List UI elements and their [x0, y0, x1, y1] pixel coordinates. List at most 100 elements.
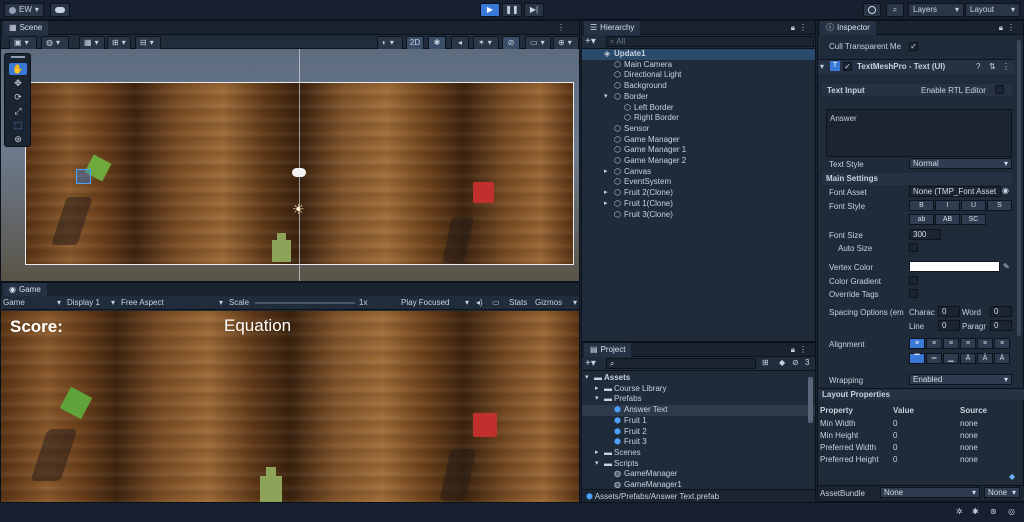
light-gizmo-icon[interactable]: ☀ — [292, 202, 305, 216]
scale-tool-icon[interactable]: ⤢ — [9, 105, 27, 117]
chevron-right-icon[interactable]: ▸ — [604, 188, 608, 196]
align-baseline-icon[interactable]: Ā — [960, 353, 976, 364]
chevron-right-icon[interactable]: ▸ — [595, 384, 599, 392]
align-flush-icon[interactable]: ≡ — [977, 338, 993, 349]
hand-tool-icon[interactable]: ✋ — [9, 63, 27, 75]
layers-dropdown[interactable]: Layers ▾ — [908, 3, 964, 17]
project-item[interactable]: ◍ GameManager — [582, 469, 815, 480]
component-enabled-checkbox[interactable]: ✓ — [843, 62, 852, 71]
draw-mode-dropdown[interactable]: ▣ ▾ — [9, 36, 37, 50]
layout-dropdown[interactable]: Layout ▾ — [965, 3, 1020, 17]
play-focused-dropdown[interactable]: Play Focused ▾ — [401, 298, 469, 308]
tab-game[interactable]: ◉ Game — [3, 283, 47, 297]
project-item[interactable]: ▾ ▬ Scripts — [582, 459, 815, 470]
scale-slider[interactable] — [255, 302, 355, 304]
lock-icon[interactable]: 🔒︎ — [791, 23, 795, 33]
step-button[interactable]: ▶| — [524, 3, 544, 17]
rect-tool-icon[interactable]: ⬚ — [9, 119, 27, 131]
shading-dropdown[interactable]: ◐ ▾ — [377, 36, 403, 50]
spacing-word-field[interactable]: 0 — [990, 306, 1012, 317]
hierarchy-item[interactable]: ⬡ Left Border — [582, 103, 815, 114]
spacing-line-field[interactable]: 0 — [938, 320, 960, 331]
project-item[interactable]: ⬢ Fruit 2 — [582, 427, 815, 438]
font-size-field[interactable]: 300 — [909, 229, 941, 240]
align-middle-icon[interactable]: ═ — [926, 353, 942, 364]
hierarchy-item[interactable]: ▸ ⬡ Canvas — [582, 167, 815, 178]
stats-button[interactable]: Stats — [509, 298, 527, 307]
chevron-down-icon[interactable]: ▾ — [595, 394, 599, 402]
text-input-area[interactable]: Answer — [826, 109, 1012, 157]
project-item[interactable]: ⬢ Fruit 1 — [582, 416, 815, 427]
cloud-button[interactable] — [50, 3, 70, 17]
label-filter-icon[interactable]: ◆ — [779, 358, 785, 367]
font-style-u-button[interactable]: U — [961, 200, 986, 211]
add-icon[interactable]: +▾ — [585, 358, 596, 369]
camera-dropdown[interactable]: ▭ ▾ — [525, 36, 551, 50]
hierarchy-item[interactable]: ▸ ⬡ Fruit 2(Clone) — [582, 188, 815, 199]
font-style-i-button[interactable]: I — [935, 200, 960, 211]
hierarchy-item[interactable]: ⬡ Fruit 3(Clone) — [582, 210, 815, 221]
visibility-icon[interactable]: ⊘ — [792, 358, 799, 367]
more-options-icon[interactable]: ⋮ — [1007, 23, 1015, 32]
hierarchy-item[interactable]: ⬡ Main Camera — [582, 60, 815, 71]
project-item[interactable]: ▾ ▬ Assets — [582, 373, 815, 384]
project-search-input[interactable]: ⌕ — [606, 358, 756, 369]
grid-snap-dropdown[interactable]: ▦ ▾ — [79, 36, 105, 50]
effects-dropdown[interactable]: ✶ ▾ — [473, 36, 499, 50]
hierarchy-item[interactable]: ⬡ Game Manager — [582, 135, 815, 146]
toggle-2d-button[interactable]: 2D — [406, 36, 424, 50]
hierarchy-item[interactable]: ▸ ⬡ Fruit 1(Clone) — [582, 199, 815, 210]
label-tag-icon[interactable]: ◆ — [1009, 472, 1015, 481]
scene-viewport[interactable]: ☀ ✋ ✥ ⟳ ⤢ ⬚ ⊛ — [1, 49, 579, 281]
hierarchy-item[interactable]: ⬡ Game Manager 1 — [582, 145, 815, 156]
more-options-icon[interactable]: ⋮ — [799, 23, 807, 32]
game-gizmos-dropdown[interactable]: Gizmos ▾ — [535, 298, 577, 308]
preset-icon[interactable]: ⇅ — [989, 62, 996, 71]
align-top-icon[interactable]: ▔ — [909, 353, 925, 364]
project-item[interactable]: ⬢ Answer Text — [582, 405, 815, 417]
tab-scene[interactable]: ▦ Scene — [3, 21, 49, 35]
increment-dropdown[interactable]: ⊟ ▾ — [135, 36, 161, 50]
font-style-sc-button[interactable]: SC — [961, 214, 986, 225]
add-icon[interactable]: +▾ — [585, 36, 596, 47]
tab-inspector[interactable]: ⓘ Inspector — [820, 21, 876, 35]
hierarchy-item[interactable]: ⬡ Game Manager 2 — [582, 156, 815, 167]
text-style-dropdown[interactable]: Normal ▾ — [909, 158, 1012, 169]
spacing-character-field[interactable]: 0 — [938, 306, 960, 317]
game-view-dropdown[interactable]: Game ▾ — [3, 298, 61, 308]
project-scrollbar[interactable] — [808, 377, 813, 423]
align-center-icon[interactable]: ≡ — [926, 338, 942, 349]
chevron-down-icon[interactable]: ▾ — [604, 92, 608, 100]
transform-tool-icon[interactable]: ⊛ — [9, 133, 27, 145]
align-bottom-icon[interactable]: ▁ — [943, 353, 959, 364]
lighting-toggle[interactable]: ✱ — [428, 36, 446, 50]
gamepad-toggle-icon[interactable]: ▭ — [492, 298, 500, 307]
hierarchy-item[interactable]: ▾ ⬡ Border — [582, 92, 815, 103]
object-picker-icon[interactable]: ◉ — [1002, 186, 1009, 195]
project-item[interactable]: ⬢ Fruit 3 — [582, 437, 815, 448]
align-geometry-icon[interactable]: ≡ — [994, 338, 1010, 349]
camera-gizmo-icon[interactable] — [292, 168, 306, 177]
align-midline-icon[interactable]: Ǡ — [977, 353, 993, 364]
assetbundle-variant-dropdown[interactable]: None ▾ — [984, 487, 1020, 498]
font-asset-field[interactable]: None (TMP_Font Asset — [909, 186, 1001, 197]
red-cube-fruit[interactable] — [473, 182, 494, 203]
rotate-tool-icon[interactable]: ⟳ — [9, 91, 27, 103]
font-style-ab-button[interactable]: AB — [935, 214, 960, 225]
hierarchy-item[interactable]: ⬡ EventSystem — [582, 177, 815, 188]
selected-object-gizmo[interactable] — [76, 169, 91, 184]
hierarchy-item[interactable]: ⬡ Right Border — [582, 113, 815, 124]
vertex-color-swatch[interactable] — [909, 261, 1000, 272]
assetbundle-dropdown[interactable]: None ▾ — [880, 487, 980, 498]
chevron-down-icon[interactable]: ▾ — [585, 373, 589, 381]
align-capline-icon[interactable]: Ȃ — [994, 353, 1010, 364]
override-tags-checkbox[interactable] — [909, 289, 918, 298]
move-tool-icon[interactable]: ✥ — [9, 77, 27, 89]
more-options-icon[interactable]: ⋮ — [557, 23, 565, 32]
help-icon[interactable]: ? — [976, 62, 980, 71]
snap-dropdown[interactable]: ⊞ ▾ — [107, 36, 131, 50]
hierarchy-item[interactable]: ⬡ Sensor — [582, 124, 815, 135]
audio-toggle[interactable]: ◂ — [451, 36, 469, 50]
drag-handle[interactable] — [11, 56, 25, 58]
more-options-icon[interactable]: ⋮ — [1002, 62, 1010, 71]
